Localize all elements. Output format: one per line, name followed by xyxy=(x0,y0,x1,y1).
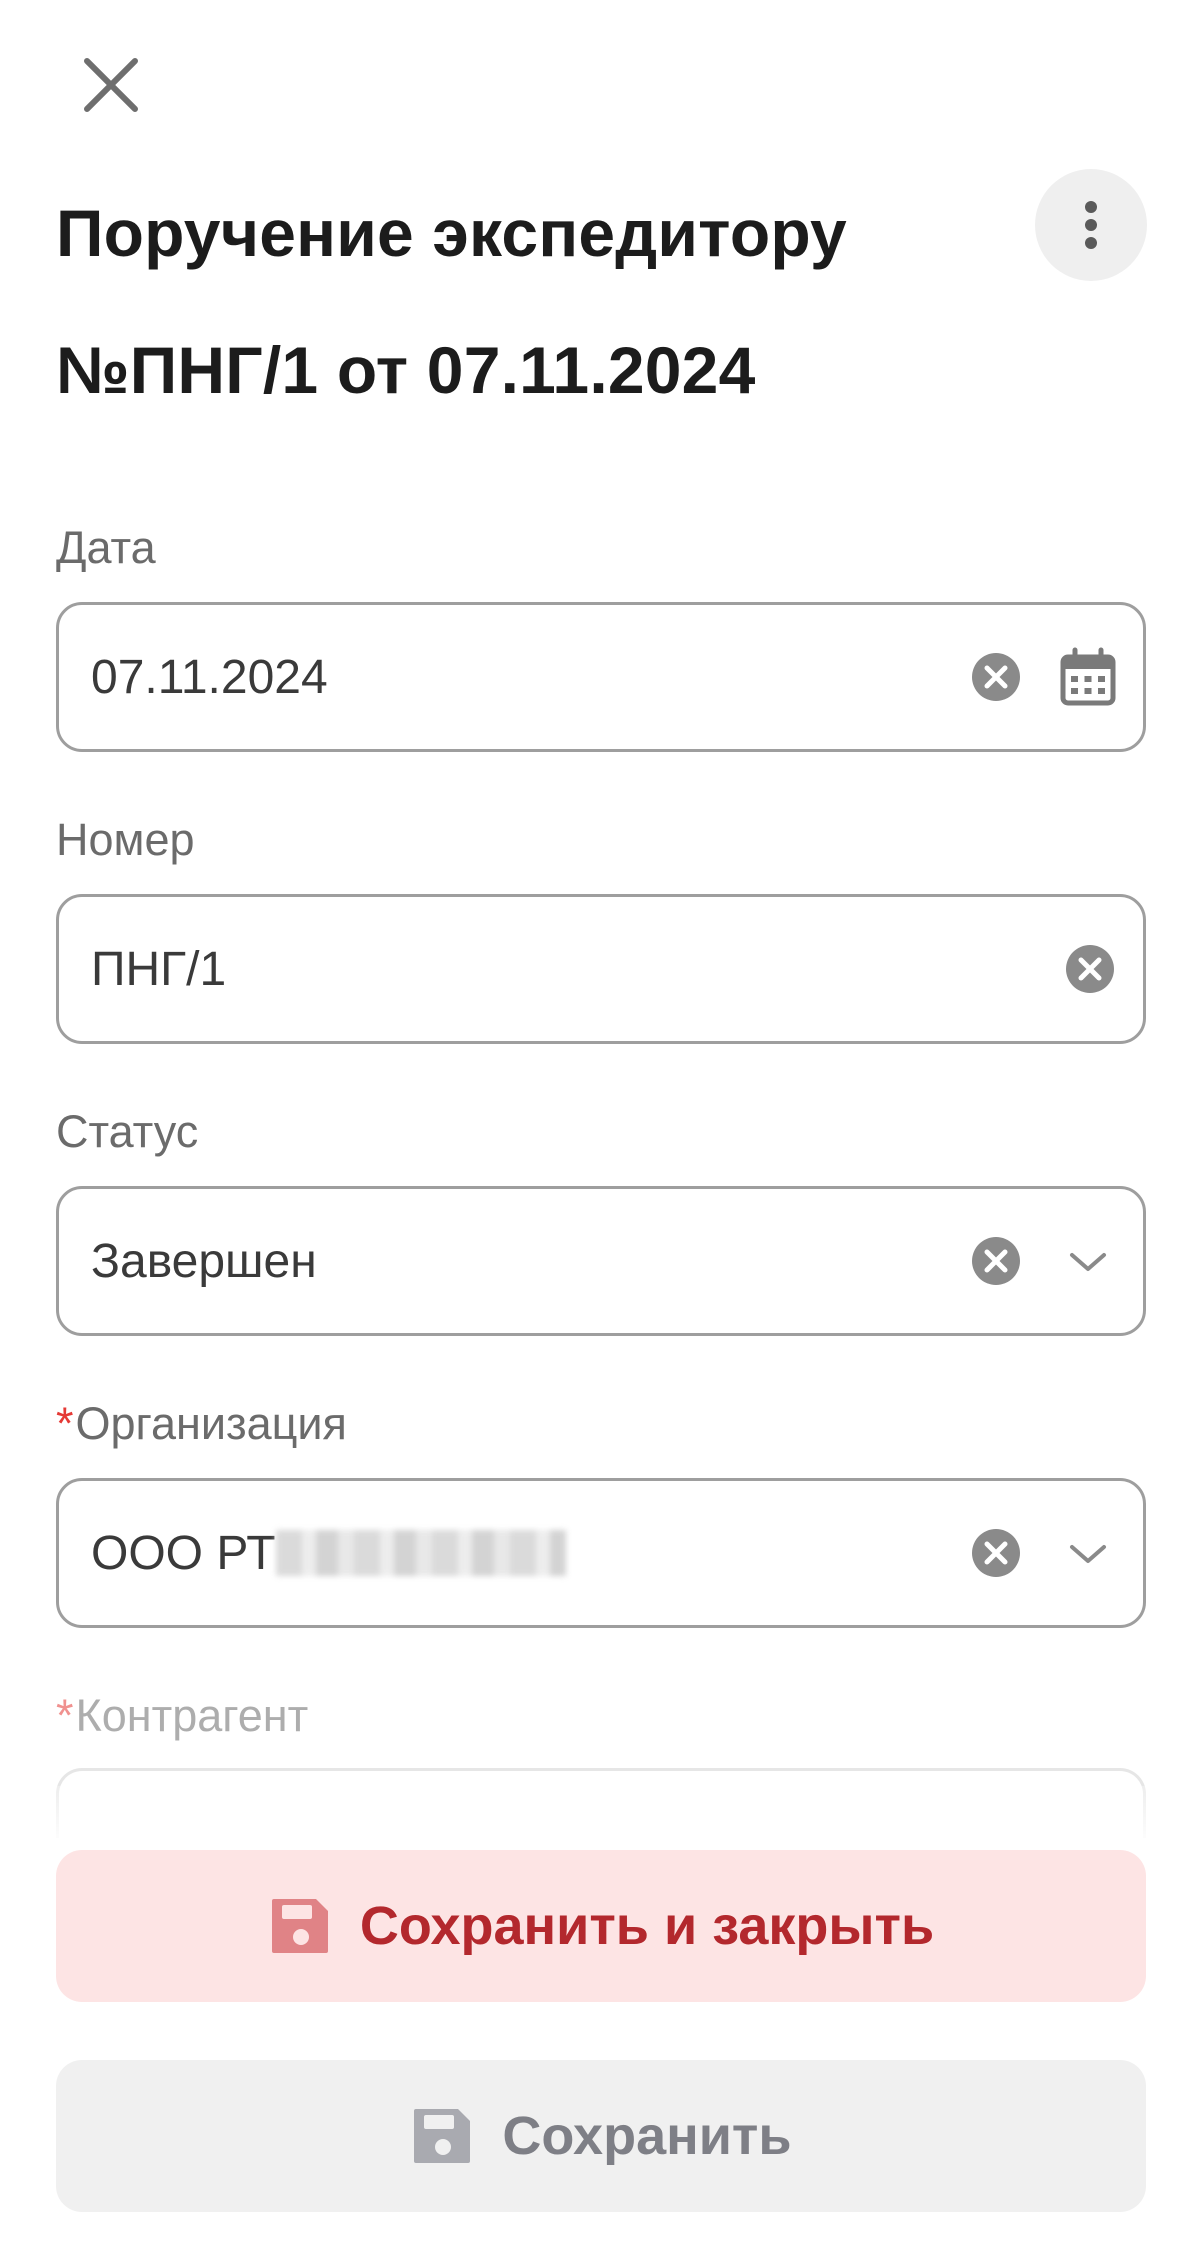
close-button[interactable] xyxy=(78,52,144,118)
redacted-text xyxy=(275,1530,566,1576)
number-value: ПНГ/1 xyxy=(91,942,227,996)
status-select[interactable]: Завершен xyxy=(56,1186,1146,1336)
date-field[interactable]: 07.11.2024 xyxy=(56,602,1146,752)
page-title: Поручение экспедитору №ПНГ/1 от 07.11.20… xyxy=(56,196,847,407)
clear-number-icon[interactable] xyxy=(1065,944,1115,994)
save-and-close-label: Сохранить и закрыть xyxy=(359,1896,935,1956)
save-label: Сохранить xyxy=(502,2106,792,2166)
organization-value-text: ООО РТ xyxy=(91,1526,276,1580)
organization-value: ООО РТ xyxy=(91,1481,566,1625)
chevron-down-icon[interactable] xyxy=(1058,1523,1118,1583)
close-icon xyxy=(84,58,138,112)
clear-date-icon[interactable] xyxy=(971,652,1021,702)
status-label: Статус xyxy=(56,1106,199,1157)
calendar-icon[interactable] xyxy=(1058,647,1118,707)
required-mark: * xyxy=(56,1398,74,1449)
scroll-fade xyxy=(0,1786,1200,1846)
organization-select[interactable]: ООО РТ xyxy=(56,1478,1146,1628)
save-icon xyxy=(414,2109,471,2163)
number-label: Номер xyxy=(56,814,195,865)
clear-organization-icon[interactable] xyxy=(971,1528,1021,1578)
number-field[interactable]: ПНГ/1 xyxy=(56,894,1146,1044)
more-menu-button[interactable] xyxy=(1035,169,1147,281)
save-button[interactable]: Сохранить xyxy=(56,2060,1146,2212)
chevron-down-icon[interactable] xyxy=(1058,1231,1118,1291)
counterparty-label: *Контрагент xyxy=(56,1690,308,1742)
organization-label-text: Организация xyxy=(75,1398,347,1449)
organization-label: *Организация xyxy=(56,1398,347,1450)
date-value: 07.11.2024 xyxy=(91,650,328,704)
date-label: Дата xyxy=(56,522,156,573)
more-vertical-icon xyxy=(1085,201,1097,249)
clear-status-icon[interactable] xyxy=(971,1236,1021,1286)
save-icon xyxy=(271,1899,328,1953)
required-mark: * xyxy=(56,1690,74,1741)
save-and-close-button[interactable]: Сохранить и закрыть xyxy=(56,1850,1146,2002)
status-value: Завершен xyxy=(91,1234,317,1288)
counterparty-label-text: Контрагент xyxy=(75,1690,309,1741)
